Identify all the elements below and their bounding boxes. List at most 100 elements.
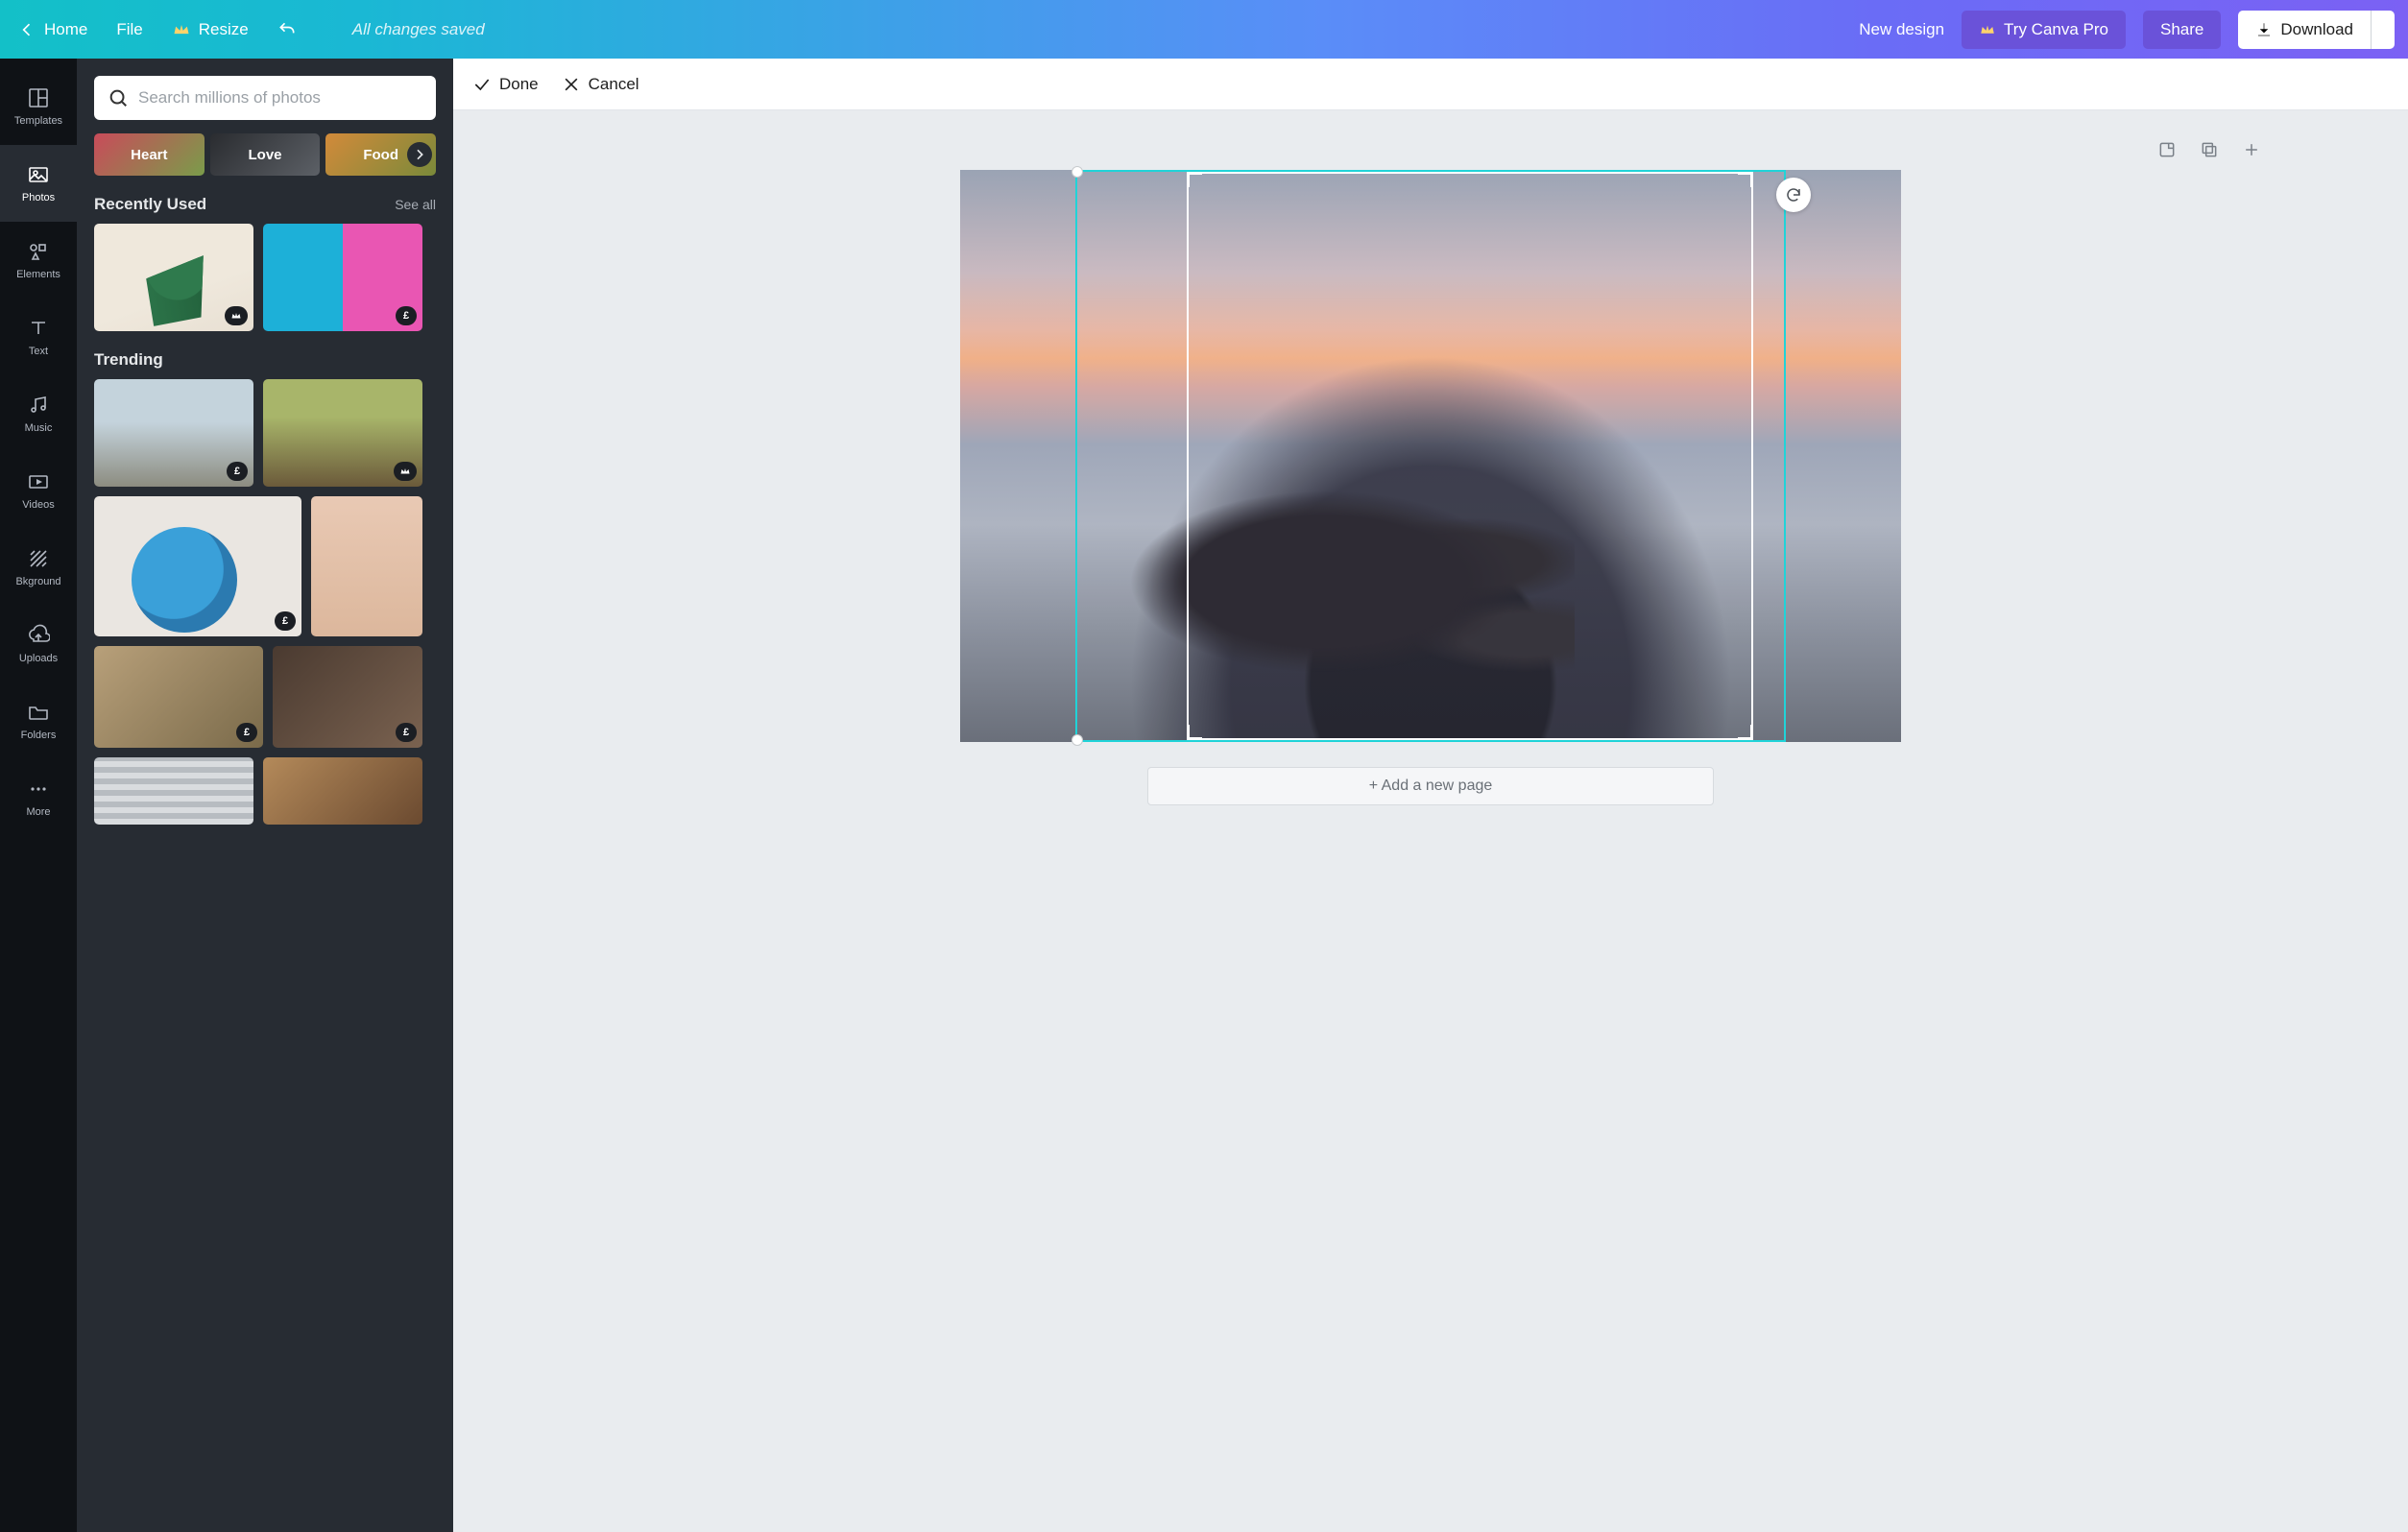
rail-label: Photos [22,192,55,203]
download-dropdown[interactable] [2371,11,2395,49]
folders-icon [27,701,50,724]
check-icon [472,75,492,94]
add-page-button[interactable] [2239,137,2264,162]
chevron-left-icon [17,20,36,39]
done-button[interactable]: Done [472,75,539,94]
cancel-button[interactable]: Cancel [562,75,639,94]
save-status: All changes saved [352,20,485,39]
crop-frame[interactable] [1187,172,1753,740]
badge-price: £ [396,306,417,325]
thumb-kitchen[interactable]: £ [94,646,263,748]
download-group: Download [2238,11,2395,49]
rail-label: Folders [21,730,57,741]
thumb-girl[interactable] [311,496,422,636]
crown-icon [399,466,411,477]
rotate-button[interactable] [1776,178,1811,212]
new-design-button[interactable]: New design [1859,20,1944,39]
rail-item-music[interactable]: Music [0,375,77,452]
badge-crown [394,462,417,481]
add-page-label: + Add a new page [1369,778,1493,795]
crop-toolbar: Done Cancel [453,59,2408,110]
thumb-barista[interactable] [263,757,422,825]
more-icon [27,778,50,801]
rail-item-text[interactable]: Text [0,299,77,375]
crop-corner-bottom-right[interactable] [1738,725,1753,740]
file-label: File [116,20,142,39]
badge-crown [225,306,248,325]
add-new-page-button[interactable]: + Add a new page [1147,767,1714,805]
canvas-scroll[interactable]: + Add a new page [453,110,2408,1532]
search-input[interactable] [138,88,422,108]
notes-button[interactable] [2155,137,2179,162]
resize-handle-bottom-left[interactable] [1072,734,1083,746]
pill-heart[interactable]: Heart [94,133,205,176]
resize-menu[interactable]: Resize [172,20,249,39]
download-button[interactable]: Download [2238,11,2371,49]
rail-label: Templates [14,115,62,127]
canvas-page-tools [2155,137,2264,162]
thumb-earth[interactable]: £ [94,496,301,636]
crown-icon [1979,21,1996,38]
thumb-fire[interactable]: £ [273,646,422,748]
rail-label: More [26,806,50,818]
try-pro-button[interactable]: Try Canva Pro [1962,11,2126,49]
rail-item-more[interactable]: More [0,759,77,836]
share-label: Share [2160,20,2203,39]
duplicate-icon [2200,140,2219,159]
undo-button[interactable] [277,20,297,39]
thumb-blind[interactable] [94,757,253,825]
note-icon [2157,140,2177,159]
rail-item-uploads[interactable]: Uploads [0,606,77,682]
see-all-recent[interactable]: See all [395,197,436,212]
share-button[interactable]: Share [2143,11,2221,49]
rail-item-videos[interactable]: Videos [0,452,77,529]
canvas-area: Done Cancel [453,59,2408,1532]
rail-item-elements[interactable]: Elements [0,222,77,299]
search-icon [108,87,129,108]
duplicate-page-button[interactable] [2197,137,2222,162]
new-design-label: New design [1859,20,1944,39]
thumb-leaf[interactable] [94,224,253,331]
crop-corner-top-left[interactable] [1187,172,1202,187]
pill-scroll-right[interactable] [407,142,432,167]
crop-corner-bottom-left[interactable] [1187,725,1202,740]
thumb-cook[interactable]: £ [94,379,253,487]
cancel-label: Cancel [589,75,639,94]
undo-icon [277,20,297,39]
pill-label: Heart [131,147,167,163]
pill-label: Food [363,147,398,163]
pill-love[interactable]: Love [210,133,321,176]
rail-item-templates[interactable]: Templates [0,68,77,145]
rail-label: Uploads [19,653,58,664]
plus-icon [2242,140,2261,159]
badge-price: £ [236,723,257,742]
crop-stage[interactable] [1075,170,1786,742]
crown-icon [172,20,191,39]
photos-icon [27,163,50,186]
text-icon [27,317,50,340]
top-bar: Home File Resize All changes saved New d… [0,0,2408,59]
crop-corner-top-right[interactable] [1738,172,1753,187]
panel-collapse-handle[interactable] [451,423,453,510]
photos-panel: Heart Love Food Recently Used See all £ … [77,59,453,1532]
rail-item-bkground[interactable]: Bkground [0,529,77,606]
chevron-right-icon [412,147,427,162]
thumb-flowers[interactable]: £ [263,224,422,331]
home-button[interactable]: Home [17,20,87,39]
resize-label: Resize [199,20,249,39]
rail-item-photos[interactable]: Photos [0,145,77,222]
rail-item-folders[interactable]: Folders [0,682,77,759]
thumb-friends[interactable] [263,379,422,487]
rotate-icon [1785,186,1802,203]
search-box[interactable] [94,76,436,120]
elements-icon [27,240,50,263]
download-icon [2255,21,2273,38]
category-pills: Heart Love Food [94,133,436,176]
resize-handle-top-left[interactable] [1072,166,1083,178]
download-label: Download [2280,20,2353,39]
file-menu[interactable]: File [116,20,142,39]
templates-icon [27,86,50,109]
recent-thumb-row: £ [94,224,436,331]
topbar-right: New design Try Canva Pro Share Download [1859,11,2395,49]
rail-label: Elements [16,269,60,280]
